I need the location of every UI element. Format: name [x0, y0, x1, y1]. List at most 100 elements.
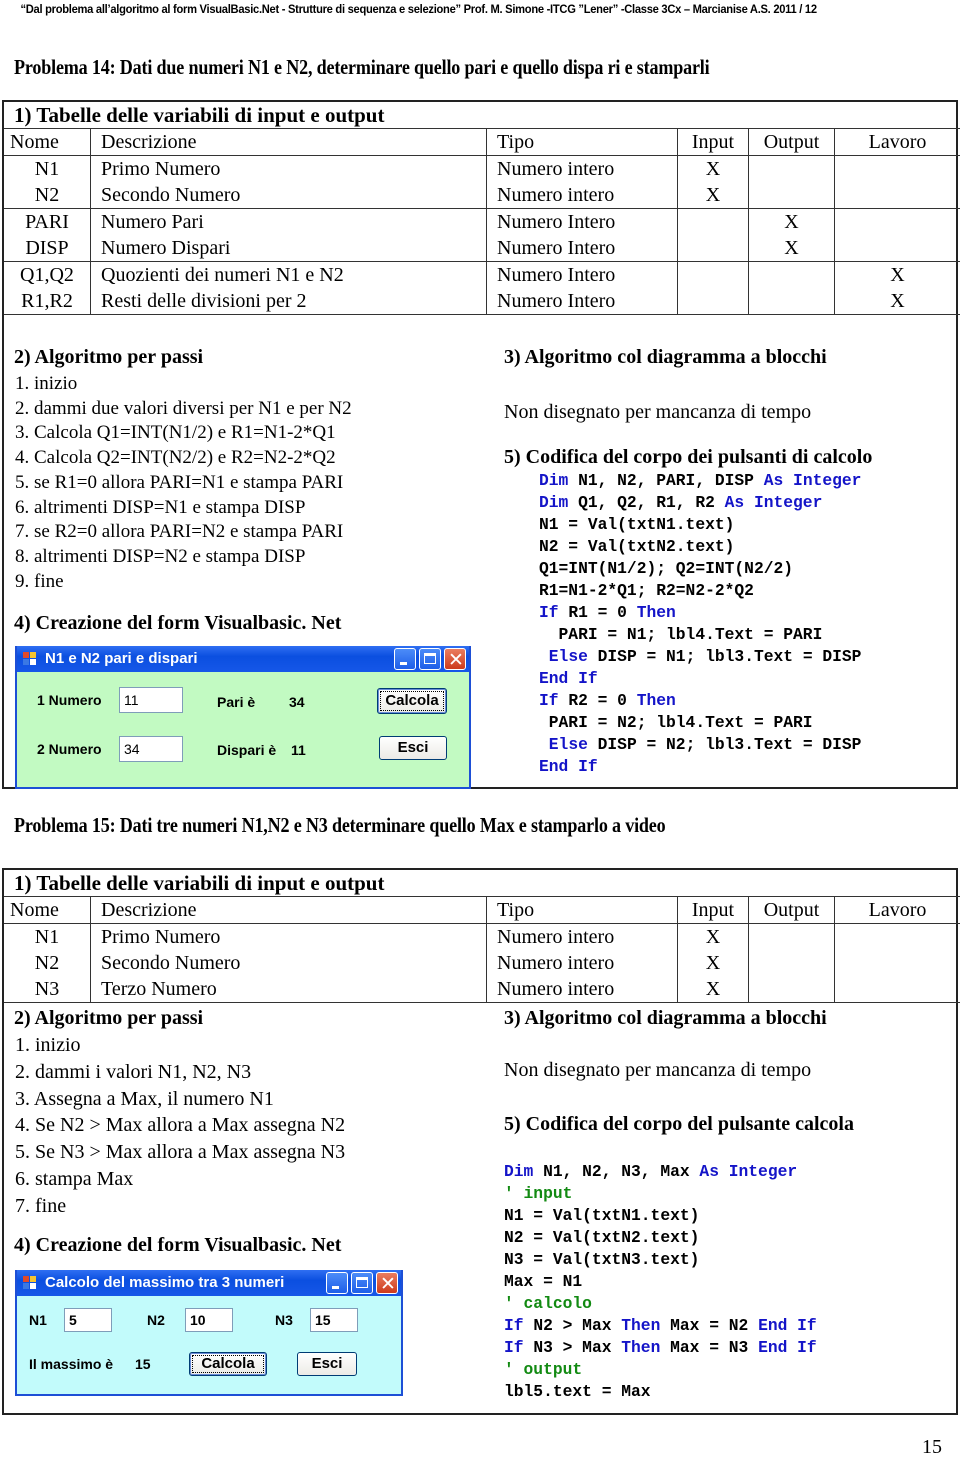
table-row: Q1,Q2 Quozienti dei numeri N1 e N2 Numero …: [4, 261, 960, 288]
close-icon: ✕: [380, 1273, 396, 1295]
code-keyword: If: [504, 1316, 524, 1335]
cell-nome: N3: [4, 976, 91, 1003]
table-row: DISP Numero Dispari Numero Intero X: [4, 235, 960, 262]
maximize-button[interactable]: [419, 648, 441, 670]
maximize-button[interactable]: [351, 1272, 373, 1294]
vb-form-window-15: Calcolo del massimo tra 3 numeri ✕ N1 5 …: [15, 1270, 403, 1396]
cell-output: [748, 288, 835, 315]
code-keyword: Then: [621, 1338, 661, 1357]
esci-button[interactable]: Esci: [379, 736, 447, 760]
cell-input: X: [677, 976, 749, 1003]
code-comment: ' input: [504, 1184, 573, 1203]
col-header-input: Input: [677, 128, 749, 156]
window-titlebar[interactable]: Calcolo del massimo tra 3 numeri ✕: [17, 1270, 401, 1296]
cell-descrizione: Quozienti dei numeri N1 e N2: [90, 261, 487, 288]
value-dispari: 11: [291, 742, 306, 758]
cell-lavoro: [835, 156, 960, 183]
value-pari: 34: [289, 694, 305, 710]
code-block-14: Dim N1, N2, PARI, DISP As Integer Dim Q1,…: [539, 470, 861, 778]
input-n3[interactable]: 15: [310, 1308, 358, 1332]
cell-nome: R1,R2: [4, 288, 91, 315]
code-text: Max = N1: [504, 1272, 583, 1291]
algo-step: 6. altrimenti DISP=N1 e stampa DISP: [15, 496, 306, 518]
window-body: 1 Numero 11 Pari è 34 Calcola 2 Numero 3…: [17, 672, 469, 787]
close-button[interactable]: ✕: [376, 1272, 398, 1295]
code-keyword: End If: [539, 757, 598, 776]
code-text: lbl5.text = Max: [504, 1382, 651, 1401]
cell-tipo: Numero Intero: [486, 235, 678, 262]
code-line: Max = N1: [504, 1271, 817, 1293]
cell-tipo: Numero intero: [486, 923, 678, 950]
calcola-button[interactable]: Calcola: [377, 688, 447, 714]
col-header-tipo: Tipo: [486, 128, 678, 156]
input-numero-2[interactable]: 34: [119, 736, 183, 762]
diagram-title-15: 3) Algoritmo col diagramma a blocchi: [504, 1007, 827, 1029]
variables-table-15: 1) Tabelle delle variabili di input e ou…: [4, 870, 960, 1003]
cell-input: X: [677, 923, 749, 950]
problem-14-title: Problema 14: Dati due numeri N1 e N2, de…: [14, 55, 710, 79]
input-n1[interactable]: 5: [64, 1308, 112, 1332]
cell-descrizione: Resti delle divisioni per 2: [90, 288, 487, 315]
code-text: N1 = Val(txtN1.text): [539, 515, 735, 534]
code-text: DISP = N1; lbl3.Text = DISP: [587, 647, 862, 666]
code-keyword: As Integer: [699, 1162, 798, 1181]
table-row: N2 Secondo Numero Numero intero X: [4, 182, 960, 209]
cell-descrizione: Numero Dispari: [90, 235, 487, 262]
label-numero-2: 2 Numero: [37, 741, 102, 757]
close-button[interactable]: ✕: [444, 648, 466, 671]
code-keyword: End If: [539, 669, 598, 688]
code-line: Dim N1, N2, PARI, DISP As Integer: [539, 470, 861, 492]
window-body: N1 5 N2 10 N3 15 Il massimo è 15 Calcola…: [17, 1296, 401, 1394]
algo-steps-15: 1. inizio 2. dammi i valori N1, N2, N3 3. …: [15, 1032, 345, 1220]
code-line: Dim Q1, Q2, R1, R2 As Integer: [539, 492, 861, 514]
algo-steps-14: 1. inizio 2. dammi due valori diversi per…: [15, 372, 352, 594]
algo-step: 7. se R2=0 allora PARI=N2 e stampa PARI: [15, 521, 344, 543]
col-header-descrizione: Descrizione: [90, 128, 487, 156]
code-keyword: As Integer: [724, 493, 823, 512]
minimize-button[interactable]: [326, 1272, 348, 1294]
cell-output: [748, 261, 835, 288]
table-header-row: Nome Descrizione Tipo Input Output Lavor…: [4, 896, 960, 924]
algo-step: 1. inizio: [15, 1034, 81, 1056]
code-text: DISP = N2; lbl3.Text = DISP: [587, 735, 862, 754]
algo-step: 2. dammi due valori diversi per N1 e per…: [15, 397, 352, 419]
app-icon: [23, 652, 37, 665]
code-text: N3 = Val(txtN3.text): [504, 1250, 700, 1269]
code-comment: ' calcolo: [504, 1294, 592, 1313]
cell-input: [677, 261, 749, 288]
input-numero-1[interactable]: 11: [119, 687, 183, 713]
code-keyword: Then: [636, 691, 676, 710]
table-row: PARI Numero Pari Numero Intero X: [4, 208, 960, 235]
code-text: Q1=INT(N1/2); Q2=INT(N2/2): [539, 559, 794, 578]
code-text: N1 = Val(txtN1.text): [504, 1206, 700, 1225]
col-header-output: Output: [748, 128, 835, 156]
code-line: N2 = Val(txtN2.text): [504, 1227, 817, 1249]
maximize-icon: [356, 1277, 368, 1288]
table-row: N2 Secondo Numero Numero intero X: [4, 950, 960, 976]
code-text: PARI = N1; lbl4.Text = PARI: [539, 625, 823, 644]
minimize-icon: [332, 1286, 339, 1289]
code-keyword: If: [504, 1338, 524, 1357]
input-n2[interactable]: 10: [185, 1308, 233, 1332]
cell-descrizione: Secondo Numero: [90, 182, 487, 209]
code-keyword: Then: [621, 1316, 661, 1335]
algo-step: 6. stampa Max: [15, 1167, 134, 1190]
code-text: N1, N2, N3, Max: [533, 1162, 700, 1181]
code-text: Max = N3: [660, 1338, 759, 1357]
code-text: R1 = 0: [558, 603, 637, 622]
variables-table-14: 1) Tabelle delle variabili di input e ou…: [4, 102, 960, 315]
maximize-icon: [424, 653, 436, 664]
minimize-button[interactable]: [394, 648, 416, 670]
code-keyword: Else: [548, 647, 588, 666]
table-row: R1,R2 Resti delle divisioni per 2 Numero I…: [4, 288, 960, 315]
algo-step: 9. fine: [15, 570, 64, 592]
code-line: If N3 > Max Then Max = N3 End If: [504, 1337, 817, 1359]
window-titlebar[interactable]: N1 e N2 pari e dispari ✕: [17, 646, 469, 672]
table-row: N1 Primo Numero Numero intero X: [4, 923, 960, 950]
calcola-button[interactable]: Calcola: [189, 1352, 267, 1376]
esci-button[interactable]: Esci: [297, 1352, 357, 1376]
code-text: N2 = Val(txtN2.text): [539, 537, 735, 556]
code-keyword: End If: [758, 1338, 817, 1357]
